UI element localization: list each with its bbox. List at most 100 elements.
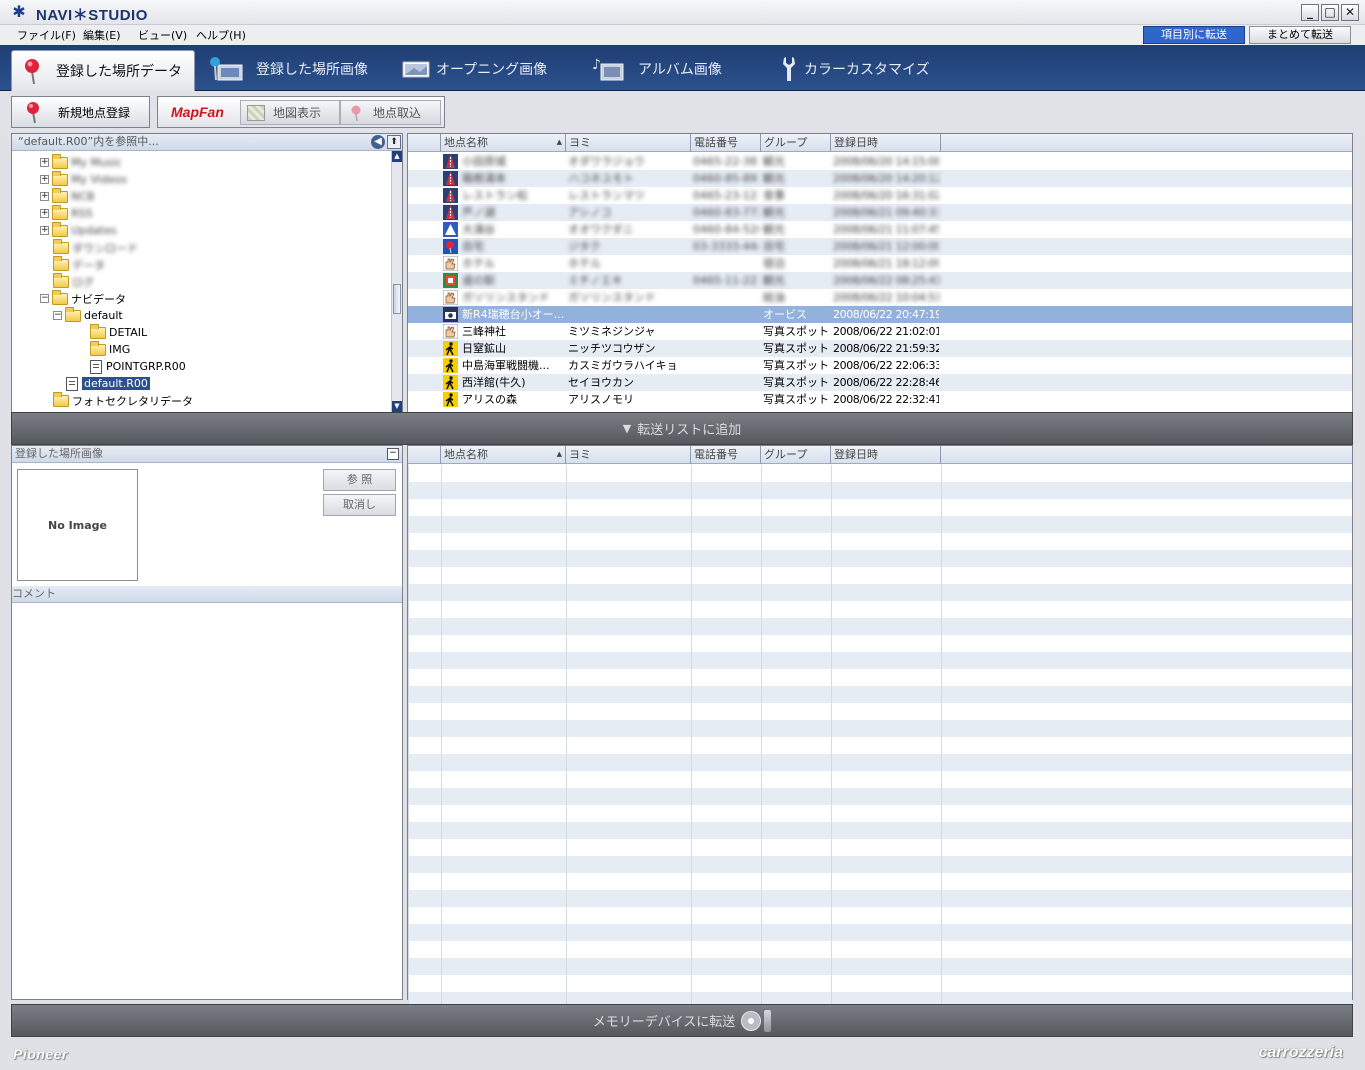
table-row[interactable]: 新R4瑞穂台小オー... オービス 2008/06/22 20:47:19 (408, 306, 1352, 323)
col-header-group[interactable]: グループ (761, 134, 831, 152)
tree-item[interactable]: + Updates (40, 221, 117, 239)
cell-name: 西洋館(牛久) (462, 376, 526, 389)
empty-row (408, 669, 1352, 686)
table-row[interactable]: ガソリンスタンド ガソリンスタンド 給油 2008/06/22 10:04:51 (408, 289, 1352, 306)
expand-icon[interactable]: + (40, 209, 49, 218)
tree-item[interactable]: − default (53, 306, 123, 324)
expand-icon[interactable]: + (40, 226, 49, 235)
expand-icon[interactable]: + (40, 158, 49, 167)
col-header-group[interactable]: グループ (761, 446, 831, 464)
transfer-grid-header: 地点名称 ▲ ヨミ 電話番号 グループ 登録日時 (408, 446, 1352, 464)
tree-item[interactable]: データ (53, 255, 105, 273)
minimize-button[interactable]: _ (1301, 4, 1319, 21)
empty-row (408, 465, 1352, 482)
scroll-up-icon[interactable]: ▲ (392, 151, 402, 162)
cell-yomi: ホテル (568, 257, 601, 270)
empty-row (408, 703, 1352, 720)
transfer-by-item-button[interactable]: 項目別に転送 (1143, 26, 1245, 44)
tab-album-image[interactable]: ♪ アルバム画像 (592, 51, 722, 87)
col-header-name[interactable]: 地点名称 ▲ (441, 446, 566, 464)
maximize-button[interactable]: □ (1321, 4, 1339, 21)
tree-item[interactable]: + RSS (40, 204, 93, 222)
scroll-down-icon[interactable]: ▼ (392, 401, 402, 412)
column-divider (941, 788, 942, 805)
tree-item[interactable]: ダウンロード (53, 238, 138, 256)
tree-item-label: ナビデータ (71, 292, 126, 306)
column-divider (408, 550, 409, 567)
tree-item[interactable]: POINTGRP.R00 (90, 358, 186, 375)
tree-item[interactable]: DETAIL (90, 323, 147, 341)
table-row[interactable]: 自宅 ジタク 03-3333-4444 自宅 2008/06/21 12:00:00 (408, 238, 1352, 255)
table-row[interactable]: ホテル ホテル 宿泊 2008/06/21 18:12:09 (408, 255, 1352, 272)
empty-row (408, 686, 1352, 703)
tree-scrollbar[interactable]: ▲ ▼ (391, 151, 402, 412)
collapse-icon[interactable]: − (40, 294, 49, 303)
table-row[interactable]: 芦ノ湖 アシノコ 0460-83-7722 観光 2008/06/21 09:40:33 (408, 204, 1352, 221)
comment-textarea[interactable] (12, 603, 402, 999)
table-row[interactable]: 箱根湯本 ハコネユモト 0460-85-8911 観光 2008/06/20 14:20… (408, 170, 1352, 187)
table-row[interactable]: 三峰神社 ミツミネジンジャ 写真スポット 2008/06/22 21:02:01 (408, 323, 1352, 340)
menu-help[interactable]: ヘルプ(H) (196, 27, 246, 43)
scroll-thumb[interactable] (393, 284, 401, 314)
tree-item[interactable]: ログ (53, 272, 94, 290)
cell-group: 食事 (763, 189, 785, 202)
tree-item[interactable]: IMG (90, 340, 130, 358)
column-divider (761, 686, 762, 703)
col-header-name[interactable]: 地点名称 ▲ (441, 134, 566, 152)
col-header-tel[interactable]: 電話番号 (691, 446, 761, 464)
transfer-to-device-bar[interactable]: メモリーデバイスに転送 (11, 1004, 1353, 1037)
cell-tel: 03-3333-4444 (693, 240, 759, 253)
col-header-yomi[interactable]: ヨミ (566, 446, 691, 464)
column-divider (941, 754, 942, 771)
col-header-tel[interactable]: 電話番号 (691, 134, 761, 152)
table-row[interactable]: 大涌谷 オオワクダニ 0460-84-5201 観光 2008/06/21 11:07:… (408, 221, 1352, 238)
collapse-icon[interactable]: − (53, 311, 62, 320)
tree-item[interactable]: + NCB (40, 187, 94, 205)
tree-item[interactable]: + My Music (40, 153, 122, 171)
map-view-button[interactable]: 地図表示 (240, 100, 340, 125)
column-divider (831, 550, 832, 567)
tab-registered-images[interactable]: 登録した場所画像 (208, 51, 368, 87)
column-divider (941, 652, 942, 669)
column-divider (441, 516, 442, 533)
tab-color-customize[interactable]: カラーカスタマイズ (780, 51, 930, 87)
mapfan-logo[interactable]: MapFan (171, 104, 229, 122)
col-header-date[interactable]: 登録日時 (831, 446, 941, 464)
column-divider (831, 635, 832, 652)
column-divider (566, 669, 567, 686)
expand-icon[interactable]: + (40, 192, 49, 201)
browse-button[interactable]: 参 照 (323, 469, 396, 491)
new-point-button[interactable]: 新規地点登録 (11, 96, 150, 128)
add-to-transfer-bar[interactable]: ▼ 転送リストに追加 (11, 412, 1353, 445)
table-row[interactable]: 中島海軍戦闘機... カスミガウラハイキョ 写真スポット 2008/06/22 22:… (408, 357, 1352, 374)
tree-item[interactable]: − ナビデータ (40, 289, 126, 307)
col-header-yomi[interactable]: ヨミ (566, 134, 691, 152)
menu-edit[interactable]: 編集(E) (83, 27, 121, 43)
tree-item-label: RSS (71, 207, 93, 220)
cell-name: ホテル (462, 257, 495, 270)
tree-item[interactable]: フォトセクレタリデータ (53, 391, 193, 409)
up-folder-icon[interactable]: ⬆ (387, 135, 401, 149)
col-header-date[interactable]: 登録日時 (831, 134, 941, 152)
column-divider (691, 618, 692, 635)
menu-file[interactable]: ファイル(F) (17, 27, 76, 43)
table-row[interactable]: レストラン松 レストランマツ 0465-23-1234 食事 2008/06/20 16… (408, 187, 1352, 204)
collapse-icon[interactable]: − (387, 448, 399, 460)
table-row[interactable]: アリスの森 アリスノモリ 写真スポット 2008/06/22 22:32:41 (408, 391, 1352, 408)
close-button[interactable]: ✕ (1341, 4, 1359, 21)
table-row[interactable]: 道の駅 ミチノエキ 0465-11-2233 観光 2008/06/22 08:25:4… (408, 272, 1352, 289)
table-row[interactable]: 西洋館(牛久) セイヨウカン 写真スポット 2008/06/22 22:28:46 (408, 374, 1352, 391)
expand-icon[interactable]: + (40, 175, 49, 184)
transfer-bulk-button[interactable]: まとめて転送 (1249, 26, 1351, 44)
tree-item[interactable]: + My Videos (40, 170, 127, 188)
menu-view[interactable]: ビュー(V) (138, 27, 187, 43)
table-row[interactable]: 小田原城 オダワラジョウ 0465-22-3818 観光 2008/06/20 14:1… (408, 153, 1352, 170)
column-divider (941, 516, 942, 533)
cancel-image-button[interactable]: 取消し (323, 494, 396, 516)
table-row[interactable]: 日窒鉱山 ニッチツコウザン 写真スポット 2008/06/22 21:59:32 (408, 340, 1352, 357)
tab-registered-places[interactable]: 登録した場所データ (11, 50, 195, 91)
tab-opening-image[interactable]: オープニング画像 (402, 51, 547, 87)
tree-item[interactable]: default.R00 (66, 375, 150, 392)
back-icon[interactable]: ◀ (371, 135, 385, 149)
point-import-button[interactable]: 地点取込 (340, 100, 441, 125)
